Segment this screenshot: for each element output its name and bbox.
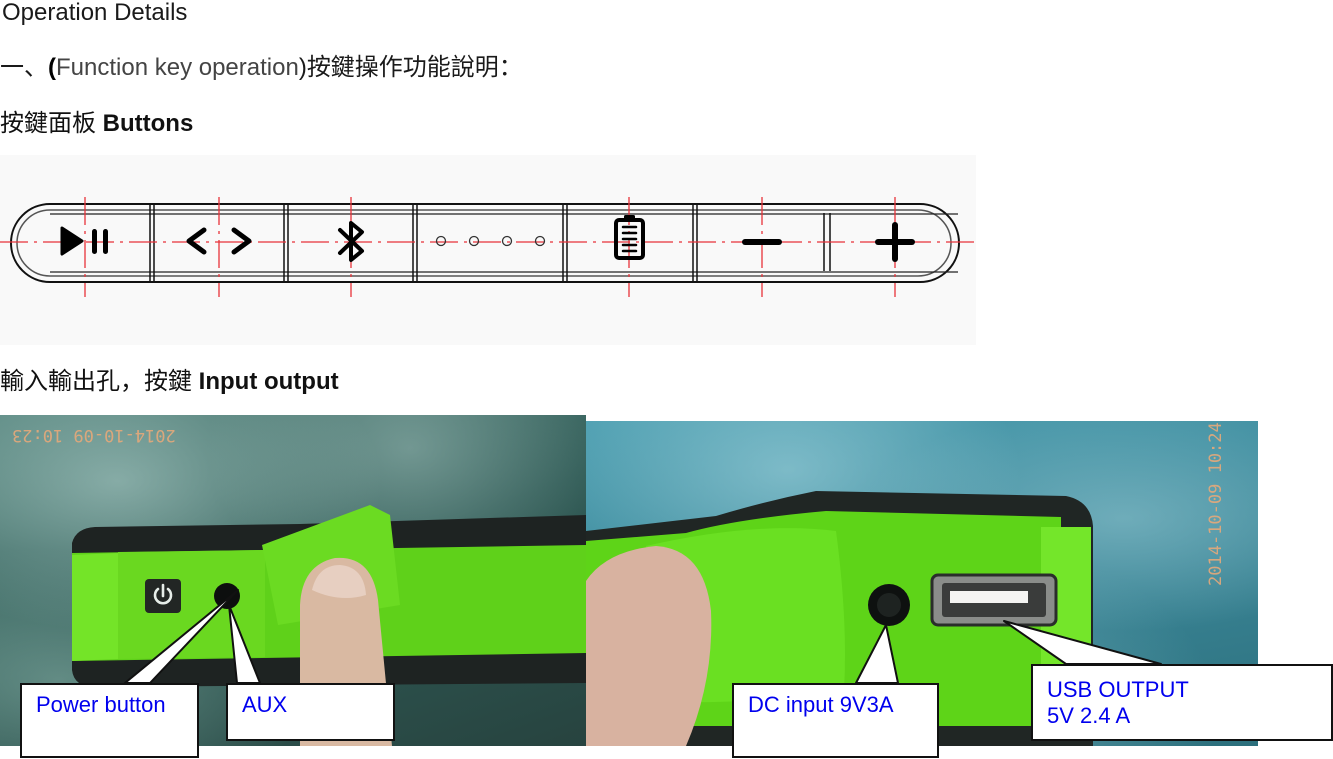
button-panel-svg — [0, 197, 976, 297]
callout-aux-label: AUX — [242, 692, 288, 717]
section-english: Function key operation — [56, 54, 299, 81]
paren-open: ( — [48, 54, 56, 81]
io-heading-english: Input output — [198, 368, 339, 395]
callout-aux: AUX — [226, 683, 395, 741]
device-green-highlight — [72, 553, 118, 661]
led-dots-icon — [435, 235, 546, 247]
panel-dividers — [149, 205, 831, 281]
section-heading-function-keys: 一、(Function key operation)按鍵操作功能說明： — [0, 47, 523, 82]
page-title: Operation Details — [2, 0, 188, 26]
panel-outline-outer — [10, 203, 960, 283]
panel-outline-inner — [16, 209, 952, 277]
button-panel-diagram — [0, 155, 976, 345]
finger — [586, 546, 712, 746]
callout-power-label: Power button — [36, 692, 166, 717]
callout-dc-input: DC input 9V3A — [732, 683, 939, 758]
buttons-heading-english: Buttons — [102, 110, 194, 137]
callout-dc-label: DC input 9V3A — [748, 692, 894, 717]
paren-close: ) — [298, 54, 307, 81]
callout-power-button: Power button — [20, 683, 199, 758]
callout-usb-line2: 5V 2.4 A — [1047, 703, 1131, 728]
callout-usb-line1: USB OUTPUT — [1047, 677, 1189, 702]
buttons-heading: 按鍵面板 Buttons — [0, 103, 193, 138]
plus-icon — [875, 222, 915, 262]
section-chinese: 按鍵操作功能說明： — [306, 54, 523, 81]
section-number: 一、 — [0, 54, 48, 81]
io-heading-chinese: 輸入輸出孔，按鍵 — [0, 368, 199, 395]
battery-icon — [614, 215, 645, 260]
aux-jack — [214, 583, 240, 609]
input-output-heading: 輸入輸出孔，按鍵 Input output — [0, 361, 339, 396]
callout-usb-output: USB OUTPUT 5V 2.4 A — [1031, 664, 1333, 741]
buttons-heading-chinese: 按鍵面板 — [0, 110, 103, 137]
